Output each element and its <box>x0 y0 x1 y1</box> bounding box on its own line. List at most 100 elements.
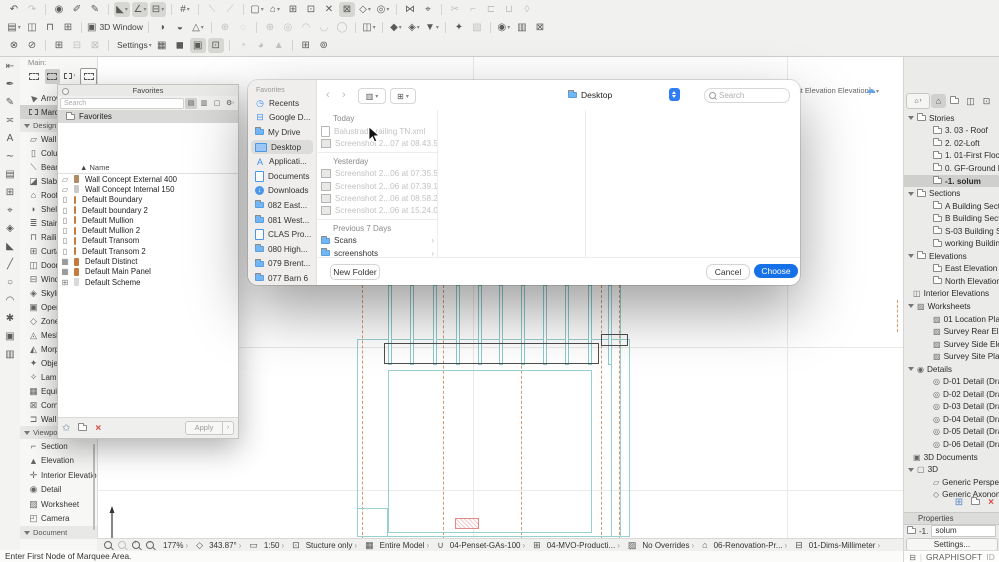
background-icon[interactable]: ▼ ▾ <box>424 20 440 35</box>
palette-settings-gear-icon[interactable]: ⚙ › <box>224 98 236 109</box>
3d-window-button[interactable]: ▣ 3D Window <box>87 20 143 35</box>
story-settings-icon[interactable]: ⊞ <box>60 20 76 35</box>
suspend-groups-icon[interactable]: ⊞ <box>285 2 301 17</box>
layout-icon[interactable]: ▦ <box>154 38 170 53</box>
tree-item[interactable]: ◉ Details <box>904 363 999 376</box>
model-view-filter[interactable]: Entire Model <box>380 541 425 550</box>
zoom-percentage[interactable]: 177% <box>163 541 183 550</box>
tree-item[interactable]: 1. 01-First Floor <box>904 150 999 163</box>
figure-icon[interactable]: ◈ <box>1 221 19 236</box>
fillet-icon[interactable]: ⊔ <box>501 2 517 17</box>
sidebar-item-documents[interactable]: Documents <box>251 169 313 184</box>
story-name-field[interactable]: solum <box>931 525 997 537</box>
teamwork-cloud-icon[interactable]: ☁▾ <box>865 83 879 96</box>
disclosure-triangle-icon[interactable] <box>908 191 914 196</box>
baseline-icon[interactable]: ▲ <box>271 38 287 53</box>
sidebar-item-080-high-[interactable]: 080 High... <box>251 242 313 257</box>
resize-icon[interactable]: ◊ <box>519 2 535 17</box>
3d-style-icon[interactable]: ◫ ▾ <box>361 20 377 35</box>
spline-icon[interactable]: ∼ <box>1 149 19 164</box>
tree-item[interactable]: 3. 03 - Roof <box>904 125 999 138</box>
project-chooser-button[interactable]: ⌂ › <box>906 93 930 109</box>
tree-item[interactable]: ▣ 3D Documents <box>904 451 999 464</box>
tool-camera[interactable]: ◰ Camera <box>20 512 97 527</box>
pen-icon[interactable]: ✒ <box>1 77 19 92</box>
sidebar-item-081-west-[interactable]: 081 West... <box>251 213 313 228</box>
export-icon[interactable]: ⊠ <box>532 20 548 35</box>
publish-icon[interactable]: ◉ ▾ <box>496 20 512 35</box>
tree-item[interactable]: 2. 02-Loft <box>904 137 999 150</box>
markup-icon[interactable]: ✦ <box>451 20 467 35</box>
favorite-item[interactable]: ▦ Default Main Panel <box>58 267 238 277</box>
file-item[interactable]: Screenshot 2...06 at 07.39.11 <box>316 180 437 192</box>
file-item[interactable]: Scans › <box>316 235 437 247</box>
pick-up-parameters-icon[interactable]: ◉ <box>51 2 67 17</box>
dimension-icon[interactable]: ≍ <box>1 113 19 128</box>
sidebar-item-082-east-[interactable]: 082 East... <box>251 198 313 213</box>
view-mode-button[interactable]: ▥ ▾ <box>358 88 386 104</box>
model-view-options[interactable]: 04-MVO-Producti... <box>547 541 615 550</box>
tree-item[interactable]: ▨Survey Site Plan (Inde... <box>904 350 999 363</box>
drawing-scale[interactable]: 1:50 <box>264 541 280 550</box>
pan-icon[interactable]: ⇤ <box>1 59 19 74</box>
apply-options-chevron[interactable]: › <box>223 421 234 435</box>
pencil-icon[interactable]: ✎ <box>1 95 19 110</box>
group-mode-button[interactable]: ⊞ ▾ <box>390 88 416 104</box>
favorite-item[interactable]: ▯ Default Transom 2 <box>58 246 238 256</box>
tab-layout-book[interactable]: ◫ <box>963 94 978 108</box>
dimension-standard[interactable]: 01-Dims-Millimeter <box>809 541 876 550</box>
tab-project-map[interactable]: ⌂ <box>931 94 946 108</box>
lock-icon[interactable]: ⊡ <box>303 2 319 17</box>
zoom-previous-icon[interactable] <box>104 541 112 549</box>
render-icon[interactable]: ◈ ▾ <box>406 20 422 35</box>
tree-item[interactable]: Elevations <box>904 250 999 263</box>
shadow-icon[interactable]: ◆ ▾ <box>388 20 404 35</box>
redo-icon[interactable]: ↷ <box>24 2 40 17</box>
snap-reference-icon[interactable]: ⟋ <box>222 2 238 17</box>
tree-item[interactable]: North Elevation Elevat... <box>904 275 999 288</box>
tree-item[interactable]: ▨ Worksheets <box>904 300 999 313</box>
new-favorite-icon[interactable]: ✩ <box>62 423 70 434</box>
new-folder-icon[interactable] <box>78 422 88 434</box>
copy-settings-icon[interactable]: ⊞ <box>298 38 314 53</box>
tree-item[interactable]: ◎D-05 Detail (Drawing) <box>904 426 999 439</box>
orbit-icon[interactable]: ◌ <box>235 20 251 35</box>
delete-icon[interactable]: × <box>988 497 994 508</box>
file-item[interactable]: Screenshot 2...06 at 15.24.02 <box>316 204 437 216</box>
partial-structure-display[interactable]: Stucture only <box>306 541 353 550</box>
tree-item[interactable]: Sections <box>904 187 999 200</box>
trim-icon[interactable]: ✂ <box>447 2 463 17</box>
chevron-right-icon[interactable]: › <box>785 541 788 550</box>
disclosure-triangle-icon[interactable] <box>908 467 914 472</box>
split-icon[interactable]: ⌐ <box>465 2 481 17</box>
sidebar-item-my-drive[interactable]: My Drive <box>251 125 313 140</box>
hatch-icon[interactable]: ▤ <box>1 167 19 182</box>
hotspot-icon[interactable]: ⌖ <box>1 203 19 218</box>
drawing-icon[interactable]: ▣ <box>189 37 206 53</box>
tree-item[interactable]: ▨01 Location Plan (Inde... <box>904 313 999 326</box>
tree-item[interactable]: ▨Survey Rear Elevation <box>904 325 999 338</box>
chevron-right-icon[interactable]: › <box>877 541 880 550</box>
favorite-item[interactable]: ▯ Default Transom <box>58 236 238 246</box>
favorites-search-input[interactable]: Search <box>60 97 184 109</box>
marquee-thick-button[interactable] <box>44 68 60 84</box>
chevron-right-icon[interactable]: › <box>239 541 242 550</box>
trace-reference-icon[interactable]: ◎ ▾ <box>375 2 391 17</box>
list-view-button[interactable]: ▤ <box>185 97 197 109</box>
issue-icon[interactable]: ▥ <box>514 20 530 35</box>
chevron-right-icon[interactable]: › <box>523 541 526 550</box>
tool-group-document[interactable]: Document <box>20 526 97 539</box>
new-folder-button[interactable]: New Folder <box>330 264 380 280</box>
zoom-extent-icon[interactable]: ⊕ <box>262 20 278 35</box>
settings-dropdown[interactable]: Settings ▾ <box>114 38 152 53</box>
clone-icon[interactable]: ⊞ <box>955 497 963 508</box>
teamwork-receive-icon[interactable]: ⊘ <box>24 38 40 53</box>
chevron-right-icon[interactable]: › <box>617 541 620 550</box>
grid-element-icon[interactable]: ⊞ <box>1 185 19 200</box>
tool-section[interactable]: ⌐ Section <box>20 439 97 454</box>
favorite-item[interactable]: ▱ Wall Concept External 400 <box>58 174 238 184</box>
favorite-item[interactable]: ▯ Default Boundary <box>58 195 238 205</box>
location-dropdown[interactable]: Desktop <box>568 87 680 102</box>
marquee-thin-button[interactable] <box>27 69 42 84</box>
master-layout-icon[interactable]: ◼ <box>172 38 188 53</box>
